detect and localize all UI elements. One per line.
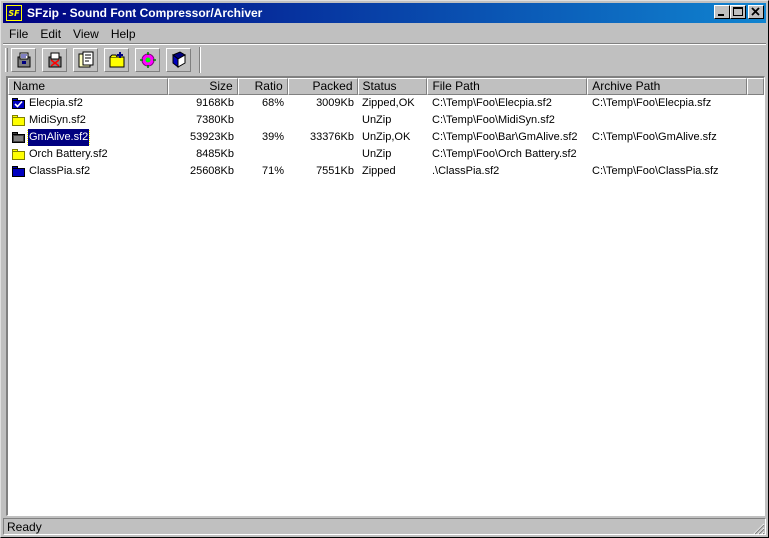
- maximize-icon: [733, 7, 743, 16]
- table-row[interactable]: MidiSyn.sf2 7380Kb UnZip C:\Temp\Foo\MidiSy…: [8, 112, 764, 129]
- cell-name: ClassPia.sf2: [8, 163, 168, 180]
- cell-ratio: 39%: [261, 131, 284, 143]
- cell-status: Zipped,OK: [362, 97, 415, 109]
- folder-blue-icon: [12, 166, 25, 177]
- decompress-icon: [48, 52, 61, 68]
- table-row[interactable]: Orch Battery.sf2 8485Kb UnZip C:\Temp\Foo\O…: [8, 146, 764, 163]
- cell-size: 9168Kb: [196, 97, 234, 109]
- resize-grip-icon[interactable]: [753, 523, 765, 535]
- folder-dark-icon: [12, 132, 25, 143]
- cell-size: 25608Kb: [189, 165, 234, 177]
- cell-name: Elecpia.sf2: [8, 95, 168, 112]
- column-header-name[interactable]: Name: [8, 78, 168, 95]
- folder-icon: [12, 149, 25, 160]
- column-header-file-path[interactable]: File Path: [427, 78, 588, 95]
- cell-packed: 7551Kb: [316, 165, 354, 177]
- app-icon[interactable]: SF: [6, 5, 22, 21]
- menu-view[interactable]: View: [67, 27, 105, 41]
- list-header: Name Size Ratio Packed Status File Path …: [8, 78, 764, 95]
- column-header-archive-path[interactable]: Archive Path: [587, 78, 747, 95]
- toolbar-end-separator: [199, 47, 201, 73]
- settings-icon: [139, 52, 156, 68]
- toolbar-grip[interactable]: [5, 48, 8, 72]
- column-header-ratio[interactable]: Ratio: [237, 78, 288, 95]
- column-header-filler: [747, 78, 764, 95]
- cell-size: 8485Kb: [196, 148, 234, 160]
- cell-status: UnZip,OK: [362, 131, 411, 143]
- cell-name: MidiSyn.sf2: [8, 112, 168, 129]
- menu-help[interactable]: Help: [105, 27, 142, 41]
- cell-file-path: C:\Temp\Foo\Elecpia.sf2: [432, 97, 552, 109]
- close-icon: [751, 7, 760, 16]
- window-controls: [714, 5, 764, 19]
- help-book-button[interactable]: [166, 48, 191, 72]
- file-name: Orch Battery.sf2: [29, 148, 108, 160]
- minimize-button[interactable]: [714, 5, 730, 19]
- cell-status: UnZip: [362, 114, 392, 126]
- status-bar: Ready: [3, 517, 766, 536]
- cell-size: 7380Kb: [196, 114, 234, 126]
- cell-file-path: C:\Temp\Foo\Bar\GmAlive.sf2: [432, 131, 578, 143]
- cell-archive-path: C:\Temp\Foo\GmAlive.sfz: [592, 131, 717, 143]
- table-row[interactable]: ClassPia.sf2 25608Kb 71% 7551Kb Zipped .\Clas…: [8, 163, 764, 180]
- cell-name: GmAlive.sf2: [8, 129, 168, 146]
- properties-button[interactable]: [73, 48, 98, 72]
- file-list[interactable]: Name Size Ratio Packed Status File Path …: [6, 76, 765, 516]
- file-name: Elecpia.sf2: [29, 97, 83, 109]
- menu-bar: File Edit View Help: [3, 24, 142, 43]
- close-button[interactable]: [748, 5, 764, 19]
- list-body: Elecpia.sf2 9168Kb 68% 3009Kb Zipped,OK C:\Te…: [8, 95, 764, 180]
- properties-icon: [78, 51, 93, 68]
- decompress-button[interactable]: [42, 48, 67, 72]
- settings-button[interactable]: [135, 48, 160, 72]
- help-book-icon: [171, 51, 186, 69]
- toolbar: [5, 46, 201, 74]
- compress-icon: [17, 52, 30, 68]
- cell-packed: 33376Kb: [309, 131, 354, 143]
- file-name: GmAlive.sf2: [26, 129, 91, 146]
- toolbar-separator: [3, 43, 766, 45]
- column-header-status[interactable]: Status: [357, 78, 428, 95]
- file-name: MidiSyn.sf2: [29, 114, 86, 126]
- cell-archive-path: C:\Temp\Foo\Elecpia.sfz: [592, 97, 712, 109]
- title-bar[interactable]: SF SFzip - Sound Font Compressor/Archive…: [3, 3, 766, 23]
- cell-packed: 3009Kb: [316, 97, 354, 109]
- column-header-size[interactable]: Size: [167, 78, 238, 95]
- minimize-icon: [718, 14, 724, 16]
- cell-ratio: 71%: [261, 165, 284, 177]
- compress-button[interactable]: [11, 48, 36, 72]
- cell-status: Zipped: [362, 165, 396, 177]
- cell-archive-path: C:\Temp\Foo\ClassPia.sfz: [592, 165, 719, 177]
- add-files-icon: [109, 52, 124, 68]
- menu-file[interactable]: File: [3, 27, 34, 41]
- cell-file-path: .\ClassPia.sf2: [432, 165, 500, 177]
- file-name: ClassPia.sf2: [29, 165, 91, 177]
- cell-status: UnZip: [362, 148, 392, 160]
- cell-name: Orch Battery.sf2: [8, 146, 168, 163]
- cell-file-path: C:\Temp\Foo\Orch Battery.sf2: [432, 148, 577, 160]
- zipped-check-icon: [12, 98, 25, 109]
- maximize-button[interactable]: [730, 5, 746, 19]
- window-title: SFzip - Sound Font Compressor/Archiver: [27, 6, 263, 20]
- cell-size: 53923Kb: [189, 131, 234, 143]
- table-row[interactable]: GmAlive.sf2 53923Kb 39% 33376Kb UnZip,OK C:\T…: [8, 129, 764, 146]
- menu-edit[interactable]: Edit: [34, 27, 67, 41]
- main-window: SF SFzip - Sound Font Compressor/Archive…: [0, 0, 769, 538]
- table-row[interactable]: Elecpia.sf2 9168Kb 68% 3009Kb Zipped,OK C:\Te…: [8, 95, 764, 112]
- folder-icon: [12, 115, 25, 126]
- column-header-packed[interactable]: Packed: [287, 78, 358, 95]
- status-text: Ready: [3, 518, 766, 535]
- add-files-button[interactable]: [104, 48, 129, 72]
- cell-ratio: 68%: [261, 97, 284, 109]
- cell-file-path: C:\Temp\Foo\MidiSyn.sf2: [432, 114, 555, 126]
